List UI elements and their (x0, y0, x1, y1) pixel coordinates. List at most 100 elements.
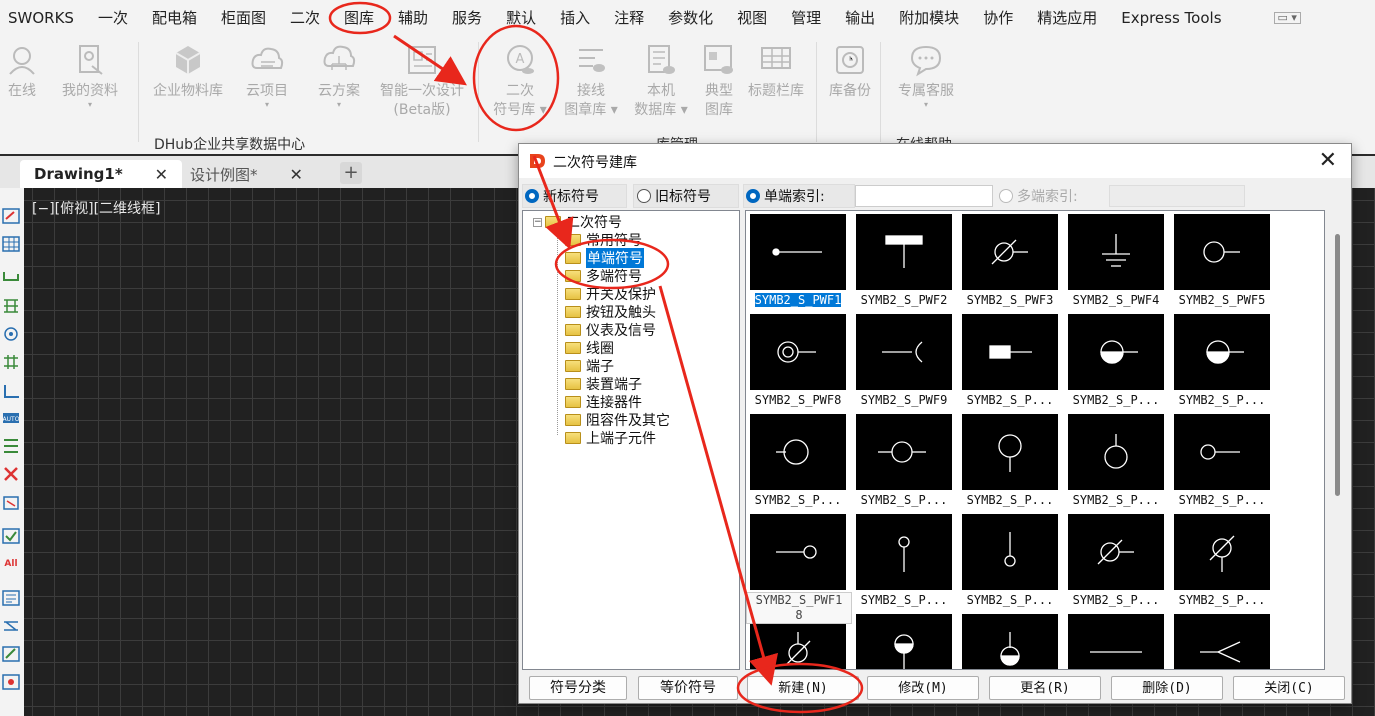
terminal-icon[interactable] (2, 298, 20, 314)
symbol-thumbnail[interactable] (1174, 214, 1270, 290)
symbol-thumbnail[interactable] (962, 614, 1058, 669)
symbol-cell[interactable] (1068, 614, 1174, 669)
menu-library[interactable]: 图库 (332, 0, 386, 36)
symbol-thumbnail[interactable] (856, 614, 952, 669)
ribbon-cloud-scheme-button[interactable]: 云方案 ▾ (310, 42, 368, 109)
ribbon-typical-drawings-button[interactable]: 典型 图库 (698, 42, 740, 120)
symbol-cell[interactable]: SYMB2_S_PWF8 (750, 314, 856, 410)
tree-item[interactable]: 多端符号 (565, 267, 642, 285)
tree-item[interactable]: 连接器件 (565, 393, 642, 411)
delete-button[interactable]: 删除(D) (1111, 676, 1223, 700)
menu-annotate[interactable]: 注释 (602, 0, 656, 36)
symbol-cell[interactable]: SYMB2_S_P... (1174, 414, 1280, 510)
edit-icon[interactable] (2, 208, 20, 224)
auto-icon[interactable]: AUTO (2, 410, 20, 426)
symbol-cell[interactable]: SYMB2_S_P... (750, 414, 856, 510)
tab-design-example[interactable]: 设计例图* ✕ (176, 160, 317, 188)
ribbon-toggle-icon[interactable]: ▭ ▾ (1273, 12, 1301, 24)
corner-line-icon[interactable] (2, 384, 20, 400)
symbol-cell[interactable] (962, 614, 1068, 669)
delete-x-icon[interactable] (2, 466, 20, 482)
pencil-doc-icon[interactable] (2, 646, 20, 662)
equivalent-symbol-button[interactable]: 等价符号 (638, 676, 738, 700)
menu-default[interactable]: 默认 (494, 0, 548, 36)
tree-item-selected[interactable]: 单端符号 (565, 248, 644, 268)
tiff-icon[interactable] (2, 494, 20, 510)
close-button[interactable]: 关闭(C) (1233, 676, 1345, 700)
symbol-thumbnail[interactable] (750, 414, 846, 490)
ribbon-library-backup-button[interactable]: 库备份 (826, 42, 874, 101)
tree-item[interactable]: 线圈 (565, 339, 614, 357)
ribbon-online-button[interactable]: 在线 (2, 42, 42, 101)
menu-assist[interactable]: 辅助 (386, 0, 440, 36)
symbol-thumbnail[interactable] (750, 214, 846, 290)
symbol-cell[interactable]: SYMB2_S_P... (1068, 414, 1174, 510)
symbol-thumbnail[interactable] (856, 514, 952, 590)
symbol-thumbnail[interactable] (962, 414, 1058, 490)
symbol-thumbnail[interactable] (1068, 414, 1164, 490)
tree-item[interactable]: 上端子元件 (565, 429, 656, 447)
single-index-input[interactable] (855, 185, 993, 207)
symbol-cell[interactable]: SYMB2_S_PWF2 (856, 214, 962, 310)
symbol-thumbnail[interactable] (856, 214, 952, 290)
multi-index-input[interactable] (1109, 185, 1245, 207)
add-tab-button[interactable]: + (340, 162, 362, 184)
check-doc-icon[interactable] (2, 528, 20, 544)
ribbon-wiring-stamp-library-button[interactable]: 接线 图章库 ▾ (562, 42, 620, 120)
symbol-cell[interactable]: SYMB2_S_PWF4 (1068, 214, 1174, 310)
connect-icon[interactable] (2, 618, 20, 634)
radio-multi-index[interactable]: 多端索引: (999, 184, 1078, 208)
symbol-cell[interactable]: SYMB2_S_P... (856, 414, 962, 510)
menu-cabinet-panel[interactable]: 柜面图 (209, 0, 278, 36)
symbol-thumbnail[interactable] (750, 314, 846, 390)
symbol-cell[interactable] (856, 614, 962, 669)
table-icon[interactable] (2, 236, 20, 252)
list-doc-icon[interactable] (2, 590, 20, 606)
symbol-cell[interactable]: SYMB2_S_PWF3 (962, 214, 1068, 310)
symbol-cell[interactable]: SYMB2_S_P... (962, 514, 1068, 610)
menu-collaborate[interactable]: 协作 (971, 0, 1025, 36)
symbol-thumbnail[interactable] (856, 314, 952, 390)
symbol-thumbnail[interactable] (1174, 614, 1270, 669)
symbol-thumbnail[interactable] (962, 214, 1058, 290)
ribbon-enterprise-materials-button[interactable]: 企业物料库 (150, 42, 226, 101)
grid-points-icon[interactable] (2, 354, 20, 370)
circle-target-icon[interactable] (2, 326, 20, 342)
symbol-thumbnail[interactable] (1068, 214, 1164, 290)
menu-addons[interactable]: 附加模块 (887, 0, 971, 36)
menu-primary[interactable]: 一次 (86, 0, 140, 36)
symbol-cell[interactable]: SYMB2_S_P... (1068, 314, 1174, 410)
menu-service[interactable]: 服务 (440, 0, 494, 36)
ribbon-my-data-button[interactable]: 我的资料 ▾ (56, 42, 124, 109)
tree-item[interactable]: 装置端子 (565, 375, 642, 393)
tab-drawing1[interactable]: Drawing1* ✕ (20, 160, 183, 188)
tree-item[interactable]: 端子 (565, 357, 614, 375)
symbol-thumbnail[interactable] (1068, 614, 1164, 669)
symbol-thumbnail[interactable] (962, 514, 1058, 590)
symbol-cell[interactable]: SYMB2_S_P... (1174, 314, 1280, 410)
menu-parametric[interactable]: 参数化 (656, 0, 725, 36)
symbol-thumbnail[interactable] (750, 514, 846, 590)
tree-item[interactable]: 常用符号 (565, 231, 642, 249)
tree-item[interactable]: 阻容件及其它 (565, 411, 670, 429)
symbol-thumbnail[interactable] (1174, 314, 1270, 390)
symbol-cell[interactable]: SYMB2_S_P... (856, 514, 962, 610)
close-icon[interactable]: ✕ (290, 165, 303, 184)
menu-featured-apps[interactable]: 精选应用 (1025, 0, 1109, 36)
menu-distribution-box[interactable]: 配电箱 (140, 0, 209, 36)
symbol-cell[interactable]: SYMB2_S_PWF1 (750, 214, 856, 310)
wire-icon[interactable] (2, 268, 20, 284)
rename-button[interactable]: 更名(R) (989, 676, 1101, 700)
symbol-cell[interactable]: SYMB2_S_P... (1174, 514, 1280, 610)
ribbon-smart-primary-design-button[interactable]: 智能一次设计 (Beta版) (374, 42, 470, 120)
collapse-icon[interactable]: − (533, 218, 542, 227)
dialog-close-icon[interactable]: ✕ (1319, 148, 1337, 173)
component-icon[interactable] (2, 674, 20, 690)
tree-item[interactable]: 按钮及触头 (565, 303, 656, 321)
tree-item[interactable]: 开关及保护 (565, 285, 656, 303)
radio-old-symbol[interactable]: 旧标符号 (637, 184, 711, 208)
symbol-thumbnail[interactable] (962, 314, 1058, 390)
ribbon-title-block-library-button[interactable]: 标题栏库 (744, 42, 808, 101)
classify-button[interactable]: 符号分类 (529, 676, 627, 700)
ribbon-customer-service-button[interactable]: 专属客服 ▾ (892, 42, 960, 109)
